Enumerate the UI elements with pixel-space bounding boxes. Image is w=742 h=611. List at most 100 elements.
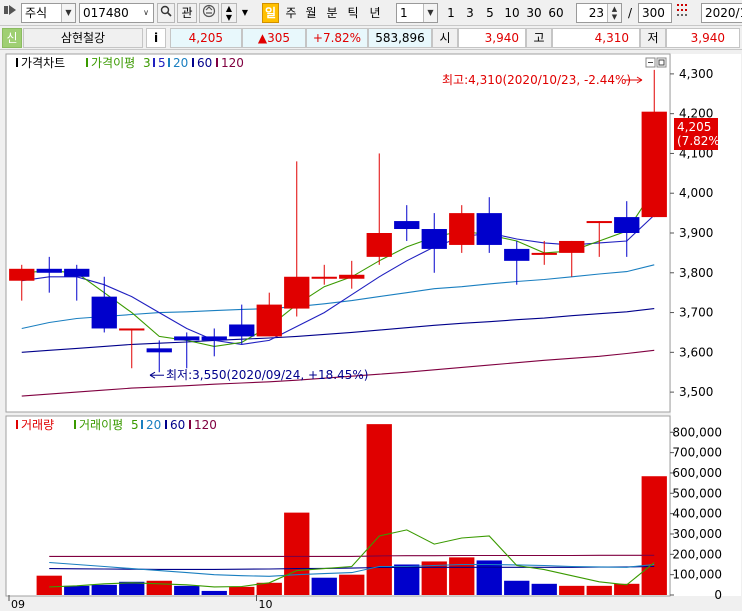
chevron-down-icon[interactable]: ▼	[61, 4, 75, 22]
interval-value: 1	[400, 6, 408, 20]
legend-marker	[74, 420, 76, 429]
volume-tick-label: 100,000	[672, 568, 722, 582]
candle-body	[64, 268, 90, 277]
candle-body	[9, 268, 35, 281]
high-label: 고	[526, 28, 552, 48]
volume-bar	[586, 585, 612, 595]
legend-marker	[189, 420, 191, 429]
volume-bar	[91, 584, 117, 595]
period-week-button[interactable]: 주	[282, 3, 300, 23]
candle-body	[339, 274, 365, 279]
search-button[interactable]	[157, 3, 175, 23]
new-badge: 신	[2, 28, 22, 48]
volume-legend-p5: 5	[131, 418, 139, 432]
period-minute-button[interactable]: 분	[323, 3, 341, 23]
chevron-down-icon[interactable]: ▼	[239, 3, 251, 23]
volume-bar	[146, 580, 172, 595]
grid-settings-icon[interactable]	[675, 3, 689, 23]
price-tick-label: 4,000	[679, 186, 713, 200]
low-price: 3,940	[666, 28, 740, 48]
count-value: 23	[588, 6, 604, 20]
volume-tick-label: 700,000	[672, 446, 722, 460]
volume-bar	[64, 585, 90, 595]
volume-bar	[531, 583, 557, 595]
toolbar: 주식 ▼ 017480 ∨ 관 ▲ ▼ ▼ 일 주 월 분 틱 년 1 ▼ 1 3…	[0, 0, 742, 26]
link-icon	[202, 4, 216, 18]
volume-bar	[559, 585, 585, 595]
candle-body	[366, 233, 392, 257]
chevron-down-icon[interactable]: ▼	[423, 4, 437, 22]
candle-body	[614, 217, 640, 233]
open-price: 3,940	[458, 28, 526, 48]
current-price: 4,205	[170, 28, 242, 48]
stock-name: 삼현철강	[23, 28, 143, 48]
volume-bar	[284, 512, 310, 595]
quick-10-button[interactable]: 10	[502, 3, 522, 23]
volume-legend-p20: 20	[146, 418, 161, 432]
low-label: 저	[640, 28, 666, 48]
volume-bar	[256, 582, 282, 595]
volume-tick-label: 800,000	[672, 425, 722, 439]
watch-button[interactable]: 관	[177, 3, 197, 23]
candle-body	[229, 324, 255, 337]
price-legend-p20: 20	[173, 56, 188, 70]
price-legend-ma-label: 가격이평	[91, 56, 135, 70]
price-legend-p120: 120	[221, 56, 244, 70]
quick-3-button[interactable]: 3	[462, 3, 478, 23]
volume-bar	[449, 557, 475, 595]
legend-marker	[168, 58, 170, 67]
price-tick-label: 3,500	[679, 385, 713, 399]
link-button[interactable]	[199, 3, 219, 23]
price-legend: 가격차트 가격이평 3 5 20 60 120	[16, 56, 244, 70]
volume-bar	[476, 560, 502, 595]
quick-1-button[interactable]: 1	[443, 3, 459, 23]
count-input[interactable]: 23 ▲ ▼	[576, 3, 622, 23]
date-input[interactable]: 2020/1	[701, 3, 742, 23]
legend-marker	[86, 58, 88, 67]
total-input[interactable]: 300	[638, 3, 672, 23]
quick-60-button[interactable]: 60	[546, 3, 566, 23]
price-change-pct: +7.82%	[306, 28, 368, 48]
period-tick-button[interactable]: 틱	[344, 3, 362, 23]
period-month-button[interactable]: 월	[302, 3, 320, 23]
volume-tick-label: 300,000	[672, 527, 722, 541]
volume-legend-p120: 120	[194, 418, 217, 432]
low-annotation: 최저:3,550(2020/09/24, +18.45%)	[166, 368, 368, 382]
market-select[interactable]: 주식 ▼	[21, 3, 76, 23]
chevron-down-icon[interactable]: ∨	[139, 4, 153, 22]
legend-marker	[192, 58, 194, 67]
legend-marker	[153, 58, 155, 67]
high-price: 4,310	[552, 28, 640, 48]
code-input[interactable]: 017480 ∨	[79, 3, 154, 23]
quick-5-button[interactable]: 5	[482, 3, 498, 23]
stock-chart[interactable]: 4,3004,2004,1004,0003,9003,8003,7003,600…	[0, 50, 742, 611]
period-year-button[interactable]: 년	[366, 3, 384, 23]
interval-select[interactable]: 1 ▼	[396, 3, 438, 23]
count-separator: /	[627, 6, 633, 20]
candle-body	[449, 213, 475, 245]
volume-bar	[504, 580, 530, 595]
candle-body	[201, 336, 227, 341]
price-tick-label: 3,600	[679, 345, 713, 359]
volume-tick-label: 500,000	[672, 486, 722, 500]
price-tick-label: 4,300	[679, 67, 713, 81]
last-price-pct-label: (7.82%)	[677, 134, 724, 148]
candle-body	[256, 304, 282, 337]
candle-body	[421, 229, 447, 249]
stepper-icon[interactable]: ▲ ▼	[607, 4, 621, 22]
candle-body	[91, 296, 117, 329]
candle-body	[119, 328, 145, 331]
candle-body	[586, 221, 612, 224]
maximize-icon[interactable]	[656, 57, 667, 68]
volume-legend-p60: 60	[170, 418, 185, 432]
market-value: 주식	[25, 6, 48, 20]
volume-tick-label: 600,000	[672, 466, 722, 480]
spin-button[interactable]: ▲ ▼	[221, 3, 237, 23]
x-tick-label: 10	[259, 598, 273, 611]
high-annotation: 최고:4,310(2020/10/23, -2.44%)	[442, 73, 631, 87]
input-mode-icon[interactable]	[3, 3, 19, 23]
info-button[interactable]: i	[146, 28, 166, 48]
period-day-button[interactable]: 일	[262, 3, 279, 23]
candle-body	[36, 268, 62, 273]
quick-30-button[interactable]: 30	[524, 3, 544, 23]
